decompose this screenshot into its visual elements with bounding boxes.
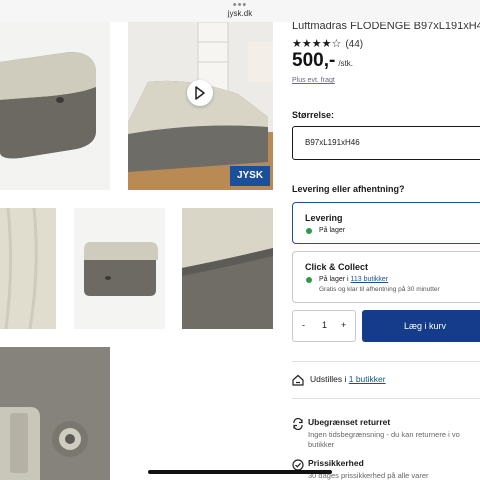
rating-stars: ★★★★☆ — [292, 38, 342, 50]
in-stock-dot-icon — [306, 277, 312, 283]
mattress-edge-image — [182, 208, 273, 329]
click-collect-status: På lager i 113 butikker — [319, 276, 388, 283]
size-select[interactable]: B97xL191xH46 — [292, 126, 480, 160]
click-collect-note: Gratis og klar til afhentning på 30 minu… — [319, 286, 440, 293]
gallery-image-small[interactable] — [74, 208, 165, 329]
quantity-stepper: - 1 + — [292, 310, 356, 342]
quantity-plus-button[interactable]: + — [341, 320, 346, 330]
benefit-text-return: Ingen tidsbegrænsning - du kan returnere… — [308, 430, 460, 439]
home-indicator[interactable] — [148, 470, 332, 474]
delivery-option-click-collect[interactable]: Click & Collect På lager i 113 butikker … — [292, 251, 480, 303]
mattress-small-image — [84, 242, 158, 296]
benefit-title-price: Prissikkerhed — [308, 458, 364, 468]
play-video-button[interactable] — [187, 80, 213, 106]
mattress-surface-image — [0, 208, 56, 329]
benefit-title-return: Ubegrænset returret — [308, 417, 391, 427]
gallery-image-bedroom[interactable] — [128, 22, 273, 190]
benefit-text-return-line2: butikker — [308, 440, 335, 449]
quantity-minus-button[interactable]: - — [302, 320, 305, 330]
click-collect-title: Click & Collect — [305, 262, 369, 272]
quantity-value[interactable]: 1 — [322, 320, 327, 330]
gallery-image-edge[interactable] — [182, 208, 273, 329]
browser-menu-dots[interactable]: ••• — [0, 0, 480, 11]
add-to-cart-button[interactable]: Læg i kurv — [362, 310, 480, 342]
delivery-option-status: På lager — [319, 227, 346, 234]
freight-link[interactable]: Plus evt. fragt — [292, 77, 335, 84]
browser-host: jysk.dk — [227, 9, 253, 18]
store-count-link[interactable]: 1 butikker — [349, 374, 386, 384]
in-stock-dot-icon — [306, 228, 312, 234]
jysk-logo: JYSK — [230, 166, 270, 186]
delivery-label: Levering eller afhentning? — [292, 184, 405, 194]
delivery-option-title: Levering — [305, 213, 343, 223]
click-collect-status-prefix: På lager i — [319, 276, 351, 283]
stores-link[interactable]: 113 butikker — [351, 276, 389, 283]
price-amount: 500,- — [292, 50, 336, 71]
divider — [292, 361, 480, 362]
price: 500,-/stk. — [292, 50, 353, 72]
product-info-panel: Luftmadras FLODENGE B97xL191xH46 ★★★★☆ (4… — [284, 0, 480, 480]
gallery-image-valve[interactable] — [0, 347, 110, 480]
play-icon — [195, 86, 205, 100]
delivery-option-levering[interactable]: Levering På lager — [292, 202, 480, 244]
size-label: Størrelse: — [292, 110, 335, 120]
return-icon — [292, 417, 304, 435]
rating-count: (44) — [345, 39, 364, 50]
mattress-valve-image — [0, 347, 110, 480]
store-icon — [292, 373, 304, 391]
rating-row[interactable]: ★★★★☆ (44) — [292, 37, 363, 50]
bedroom-scene-image — [128, 22, 273, 190]
divider — [292, 398, 480, 399]
price-unit: /stk. — [338, 59, 353, 68]
gallery-image-surface[interactable] — [0, 208, 56, 329]
browser-address-bar[interactable]: ••• jysk.dk — [0, 0, 480, 22]
store-availability-prefix: Udstilles i — [310, 374, 349, 384]
mattress-front-image — [0, 52, 96, 159]
store-availability: Udstilles i 1 butikker — [310, 374, 386, 384]
gallery-image-front[interactable] — [0, 22, 110, 190]
